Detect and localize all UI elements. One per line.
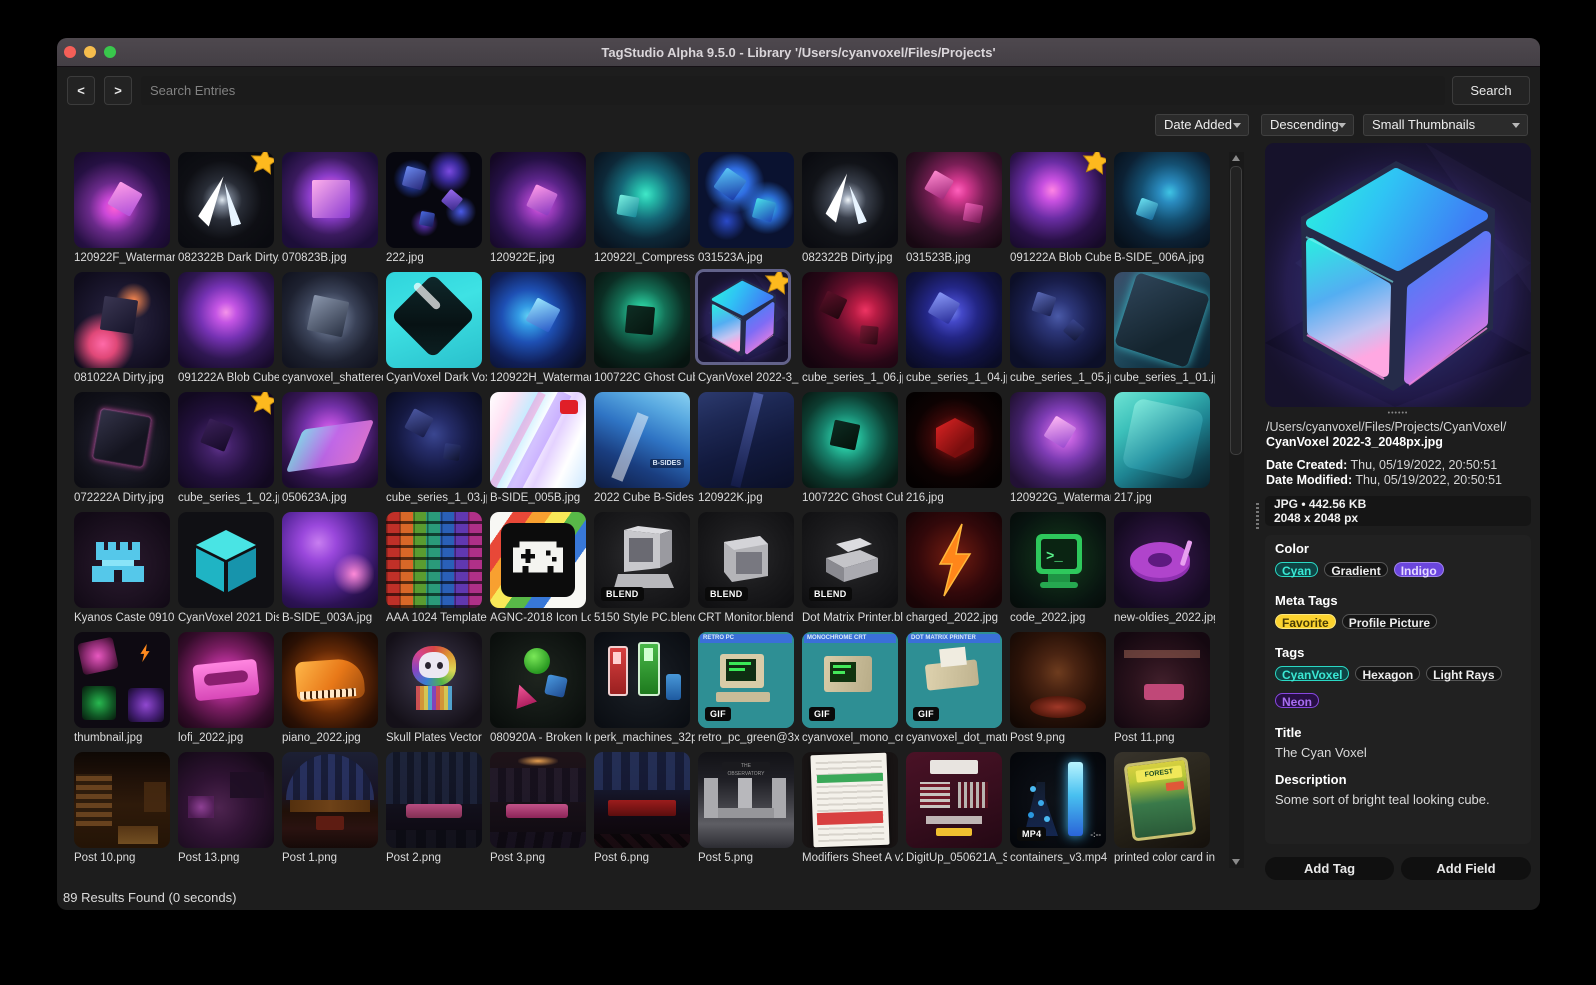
svg-text:>_: >_ — [1046, 549, 1063, 565]
